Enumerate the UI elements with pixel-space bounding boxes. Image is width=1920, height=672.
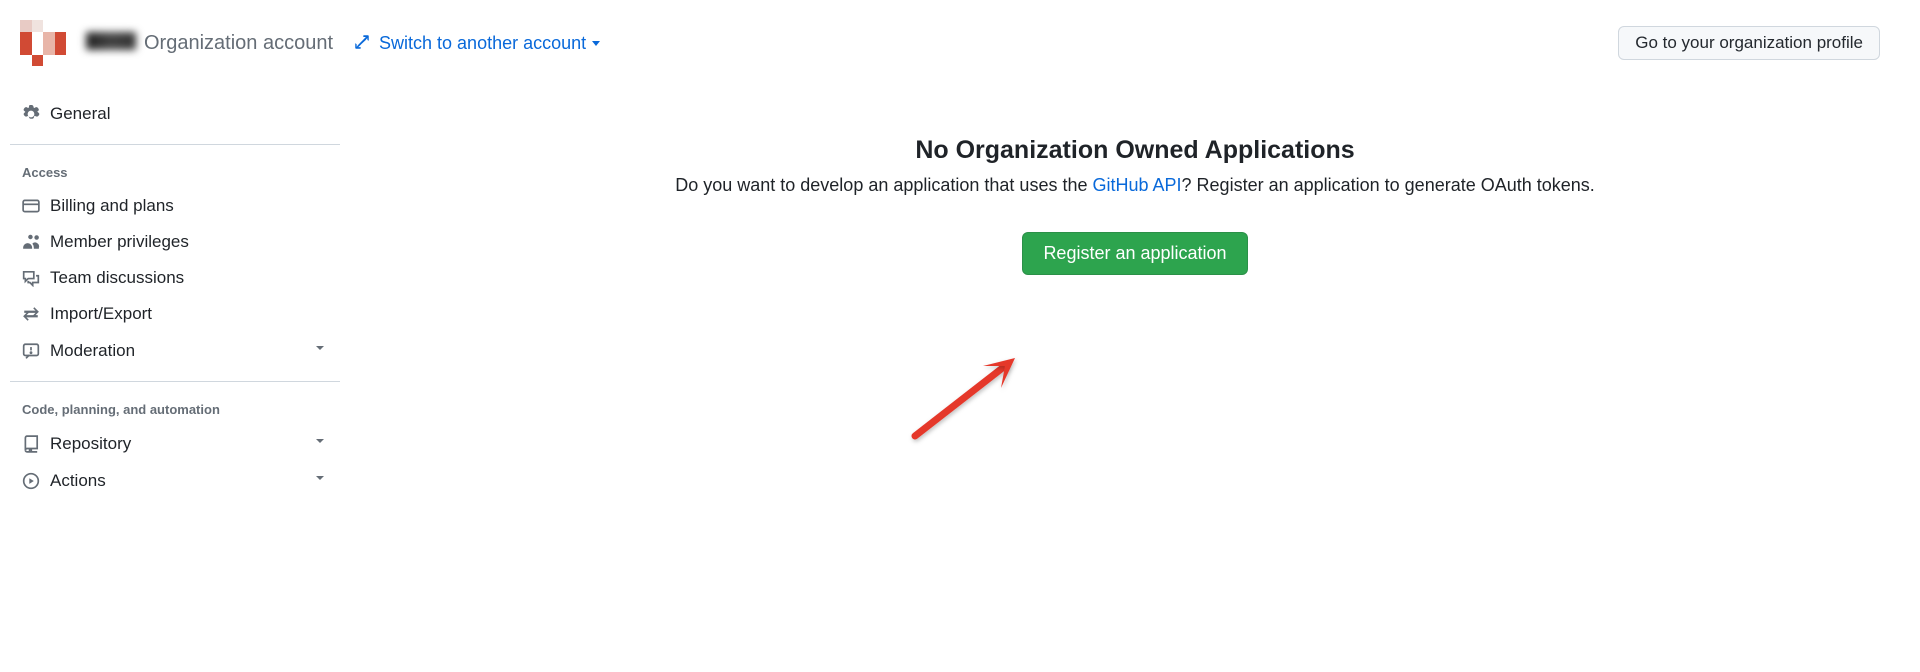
gear-icon bbox=[22, 105, 40, 123]
play-icon bbox=[22, 472, 40, 490]
org-name-redacted bbox=[86, 32, 136, 50]
settings-sidebar: General Access Billing and plans Member … bbox=[0, 96, 350, 499]
main-content: No Organization Owned Applications Do yo… bbox=[350, 96, 1920, 499]
nav-label: Team discussions bbox=[50, 268, 328, 288]
section-heading-code: Code, planning, and automation bbox=[10, 394, 340, 425]
sidebar-item-team-discussions[interactable]: Team discussions bbox=[10, 260, 340, 296]
nav-label: Import/Export bbox=[50, 304, 328, 324]
report-icon bbox=[22, 342, 40, 360]
chevron-down-icon bbox=[312, 433, 328, 454]
sidebar-item-billing[interactable]: Billing and plans bbox=[10, 188, 340, 224]
org-account-label: Organization account bbox=[144, 32, 333, 55]
people-icon bbox=[22, 233, 40, 251]
nav-label: Moderation bbox=[50, 341, 302, 361]
credit-card-icon bbox=[22, 197, 40, 215]
nav-label: Billing and plans bbox=[50, 196, 328, 216]
nav-label: Actions bbox=[50, 471, 302, 491]
divider bbox=[10, 144, 340, 145]
chevron-down-icon bbox=[312, 340, 328, 361]
sidebar-item-actions[interactable]: Actions bbox=[10, 462, 340, 499]
org-info bbox=[86, 32, 136, 54]
arrow-switch-icon bbox=[353, 33, 371, 54]
sidebar-item-import-export[interactable]: Import/Export bbox=[10, 296, 340, 332]
switch-account-link[interactable]: Switch to another account bbox=[379, 33, 600, 54]
section-heading-access: Access bbox=[10, 157, 340, 188]
github-api-link[interactable]: GitHub API bbox=[1092, 175, 1181, 195]
sidebar-item-general[interactable]: General bbox=[10, 96, 340, 132]
sidebar-item-moderation[interactable]: Moderation bbox=[10, 332, 340, 369]
caret-down-icon bbox=[592, 41, 600, 46]
register-application-button[interactable]: Register an application bbox=[1022, 232, 1247, 275]
switch-account[interactable]: Switch to another account bbox=[353, 33, 600, 54]
empty-state-title: No Organization Owned Applications bbox=[915, 136, 1354, 165]
text-before: Do you want to develop an application th… bbox=[675, 175, 1092, 195]
chevron-down-icon bbox=[312, 470, 328, 491]
page-header: Organization account Switch to another a… bbox=[0, 20, 1920, 66]
org-avatar bbox=[20, 20, 66, 66]
comment-discussion-icon bbox=[22, 269, 40, 287]
text-after: ? Register an application to generate OA… bbox=[1182, 175, 1595, 195]
sidebar-item-repository[interactable]: Repository bbox=[10, 425, 340, 462]
empty-state-text: Do you want to develop an application th… bbox=[675, 175, 1595, 196]
nav-label: Member privileges bbox=[50, 232, 328, 252]
divider bbox=[10, 381, 340, 382]
switch-label: Switch to another account bbox=[379, 33, 586, 54]
sidebar-item-member-privileges[interactable]: Member privileges bbox=[10, 224, 340, 260]
repo-icon bbox=[22, 435, 40, 453]
nav-label: General bbox=[50, 104, 328, 124]
arrow-switch-icon bbox=[22, 305, 40, 323]
go-to-profile-button[interactable]: Go to your organization profile bbox=[1618, 26, 1880, 60]
nav-label: Repository bbox=[50, 434, 302, 454]
annotation-arrow bbox=[905, 336, 1045, 446]
